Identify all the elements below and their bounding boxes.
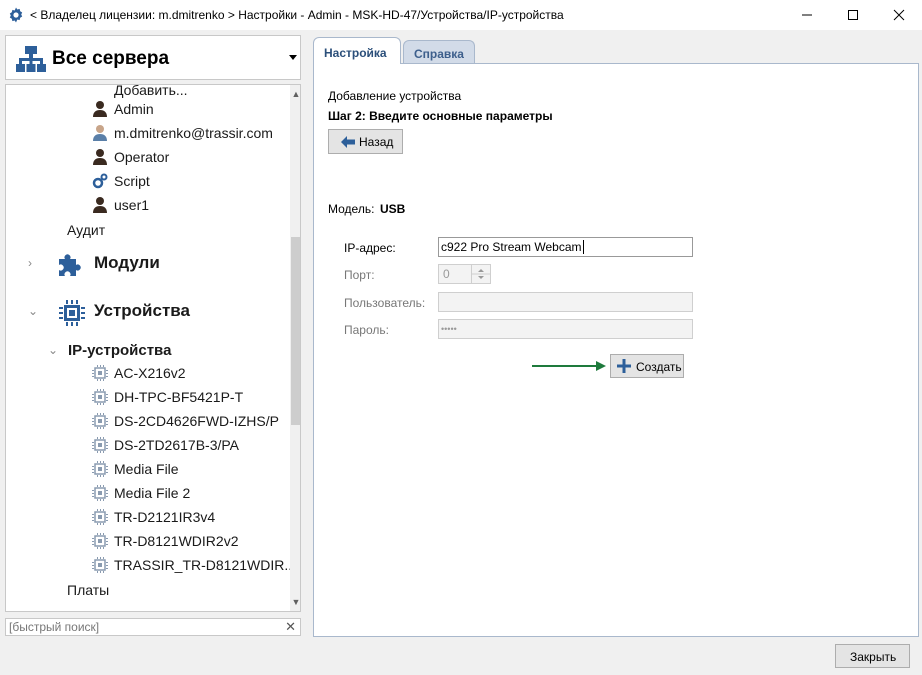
scroll-down-arrow[interactable]: ▼ — [290, 595, 300, 609]
script-icon — [92, 173, 108, 189]
chevron-down-icon[interactable]: ⌄ — [28, 304, 38, 318]
chip-icon — [59, 300, 85, 326]
chip-icon — [92, 365, 108, 381]
puzzle-icon — [59, 254, 81, 276]
pointer-arrow-icon — [532, 361, 606, 371]
server-network-icon — [16, 46, 46, 72]
search-placeholder: [быстрый поиск] — [9, 620, 100, 634]
ip-address-label: IP-адрес: — [344, 241, 396, 255]
model-label: Модель: — [328, 202, 375, 216]
close-button[interactable]: Закрыть — [835, 644, 910, 668]
chevron-down-icon — [289, 55, 297, 60]
chip-icon — [92, 485, 108, 501]
step-title: Шаг 2: Введите основные параметры — [328, 109, 553, 123]
gear-icon[interactable] — [7, 6, 25, 24]
settings-content-panel: Добавление устройства Шаг 2: Введите осн… — [313, 63, 919, 637]
settings-tree[interactable]: Добавить... Admin m.dmitrenko@trassir.co… — [5, 84, 301, 612]
close-window-button[interactable] — [876, 0, 922, 30]
user-icon — [93, 125, 107, 141]
chip-icon — [92, 389, 108, 405]
chevron-right-icon[interactable]: › — [28, 256, 32, 270]
chip-icon — [92, 437, 108, 453]
spin-buttons[interactable] — [471, 265, 490, 283]
tree-scrollbar[interactable]: ▲ ▼ — [290, 85, 300, 611]
plus-icon — [617, 359, 631, 373]
title-bar: < Владелец лицензии: m.dmitrenko > Настр… — [0, 0, 922, 30]
password-field[interactable]: ••••• — [438, 319, 693, 339]
tab-help[interactable]: Справка — [403, 40, 475, 63]
chip-icon — [92, 509, 108, 525]
ip-address-field[interactable]: c922 Pro Stream Webcam — [438, 237, 693, 257]
username-field[interactable] — [438, 292, 693, 312]
chevron-down-icon[interactable]: ⌄ — [48, 343, 58, 357]
maximize-button[interactable] — [830, 0, 876, 30]
form-heading: Добавление устройства — [328, 89, 462, 103]
tab-settings[interactable]: Настройка — [313, 37, 401, 64]
maximize-icon — [848, 10, 858, 20]
port-stepper[interactable]: 0 — [438, 264, 491, 284]
chip-icon — [92, 461, 108, 477]
user-icon — [93, 197, 107, 213]
create-button[interactable]: Создать — [610, 354, 684, 378]
server-selector-label: Все сервера — [52, 48, 170, 69]
quick-search-input[interactable]: [быстрый поиск] ✕ — [5, 618, 301, 636]
minimize-button[interactable] — [784, 0, 830, 30]
minimize-icon — [802, 14, 812, 16]
model-value: USB — [380, 202, 406, 216]
port-label: Порт: — [344, 268, 375, 282]
arrow-left-icon — [341, 136, 355, 148]
user-icon — [93, 101, 107, 117]
clear-search-icon[interactable]: ✕ — [285, 619, 296, 635]
chip-icon — [92, 413, 108, 429]
username-label: Пользователь: — [344, 296, 426, 310]
back-button[interactable]: Назад — [328, 129, 403, 154]
server-selector[interactable]: Все сервера — [5, 35, 301, 80]
scrollbar-thumb[interactable] — [291, 237, 300, 425]
chip-icon — [92, 557, 108, 573]
close-icon — [893, 9, 905, 21]
user-icon — [93, 149, 107, 165]
spinner-arrows-icon — [472, 269, 490, 279]
scroll-up-arrow[interactable]: ▲ — [290, 87, 300, 101]
chip-icon — [92, 533, 108, 549]
password-label: Пароль: — [344, 323, 389, 337]
window-title: < Владелец лицензии: m.dmitrenko > Настр… — [30, 8, 564, 22]
